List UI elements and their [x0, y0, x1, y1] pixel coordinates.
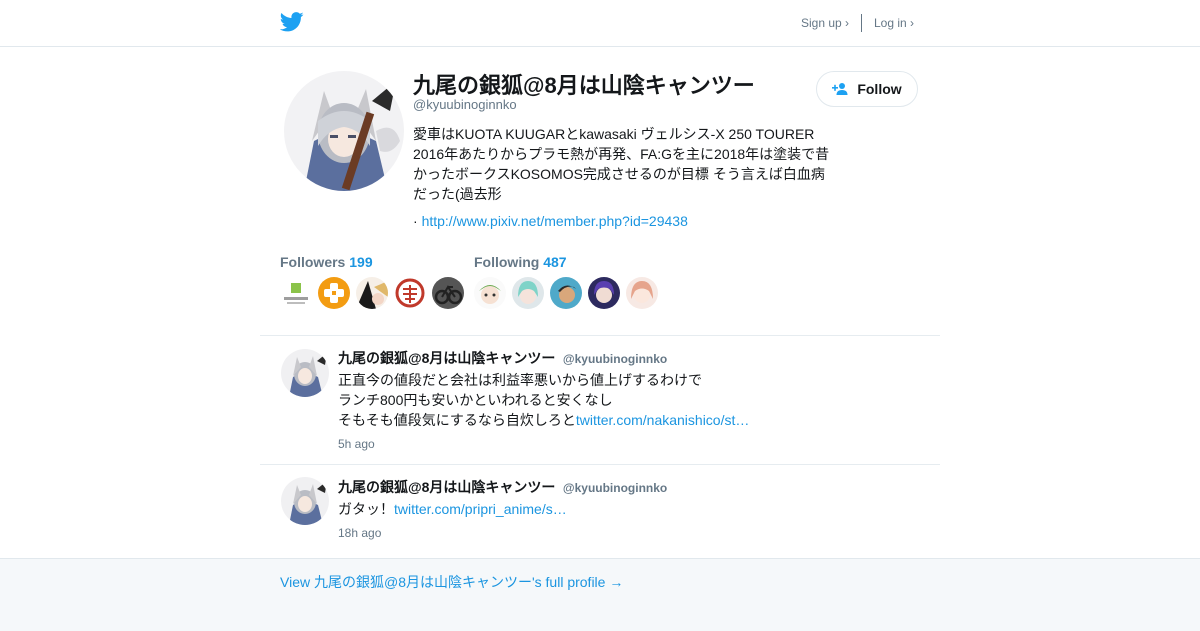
tweet-text: ガタッ！twitter.com/pripri_anime/s…: [338, 499, 858, 519]
timeline-divider: [260, 335, 940, 336]
profile-url-link[interactable]: http://www.pixiv.net/member.php?id=29438: [422, 213, 688, 229]
following-avatar[interactable]: [626, 277, 658, 309]
tweet-line: ランチ800円も安いかといわれると安くなし: [338, 392, 613, 408]
following-label: Following: [474, 254, 540, 270]
view-full-profile-link[interactable]: View 九尾の銀狐@8月は山陰キャンツー's full profile →: [280, 572, 623, 592]
profile-avatar[interactable]: [284, 71, 404, 191]
top-bar: Sign up › Log in ›: [0, 0, 1200, 47]
footer: View 九尾の銀狐@8月は山陰キャンツー's full profile →: [0, 558, 1200, 631]
followers-stat[interactable]: Followers 199: [280, 254, 373, 270]
url-bullet: ·: [413, 213, 418, 229]
following-count: 487: [543, 254, 567, 270]
add-user-icon: [832, 83, 848, 95]
follower-avatar[interactable]: [318, 277, 350, 309]
tweet-timestamp[interactable]: 5h ago: [338, 437, 375, 451]
follow-button-label: Follow: [857, 81, 902, 97]
tweet-timestamp[interactable]: 18h ago: [338, 526, 381, 540]
tweet-author-name[interactable]: 九尾の銀狐@8月は山陰キャンツー: [338, 479, 555, 495]
tweet-header: 九尾の銀狐@8月は山陰キャンツー @kyuubinoginnko: [338, 477, 667, 497]
tweet-line: 正直今の値段だと会社は利益率悪いから値上げするわけで: [338, 372, 702, 388]
avatar-illustration: [284, 71, 404, 191]
follower-avatar[interactable]: [280, 277, 312, 309]
timeline-divider: [260, 464, 940, 465]
following-avatar[interactable]: [588, 277, 620, 309]
following-avatar[interactable]: [474, 277, 506, 309]
tweet-link[interactable]: twitter.com/nakanishico/st…: [576, 412, 750, 428]
tweet-avatar[interactable]: [281, 349, 329, 397]
followers-count: 199: [349, 254, 373, 270]
follower-avatar[interactable]: [394, 277, 426, 309]
following-stat[interactable]: Following 487: [474, 254, 567, 270]
display-name: 九尾の銀狐@8月は山陰キャンツー: [413, 73, 755, 98]
nav-divider: [861, 14, 862, 32]
follower-avatar[interactable]: [432, 277, 464, 309]
following-avatar-list: [474, 277, 658, 309]
follow-button[interactable]: Follow: [816, 71, 918, 107]
tweet-author-handle[interactable]: @kyuubinoginnko: [563, 352, 667, 366]
tweet-line-text: ガタッ！: [338, 501, 394, 517]
profile-bio: 愛車はKUOTA KUUGARとkawasaki ヴェルシス-X 250 TOU…: [413, 126, 830, 202]
following-avatar[interactable]: [512, 277, 544, 309]
following-avatar[interactable]: [550, 277, 582, 309]
tweet-line: そもそも値段気にするなら自炊しろとtwitter.com/nakanishico…: [338, 410, 858, 430]
screen-name: @kyuubinoginnko: [413, 97, 517, 112]
tweet-line: ガタッ！twitter.com/pripri_anime/s…: [338, 499, 858, 519]
tweet-header: 九尾の銀狐@8月は山陰キャンツー @kyuubinoginnko: [338, 348, 667, 368]
profile-url-line: · http://www.pixiv.net/member.php?id=294…: [413, 213, 688, 229]
tweet-avatar[interactable]: [281, 477, 329, 525]
tweet-text: 正直今の値段だと会社は利益率悪いから値上げするわけで ランチ800円も安いかとい…: [338, 370, 858, 430]
tweet-line-text: そもそも値段気にするなら自炊しろと: [338, 412, 576, 428]
followers-avatar-list: [280, 277, 464, 309]
tweet-link[interactable]: twitter.com/pripri_anime/s…: [394, 501, 567, 517]
followers-label: Followers: [280, 254, 346, 270]
tweet-author-name[interactable]: 九尾の銀狐@8月は山陰キャンツー: [338, 350, 555, 366]
sign-up-link[interactable]: Sign up ›: [801, 16, 849, 30]
tweet-author-handle[interactable]: @kyuubinoginnko: [563, 481, 667, 495]
twitter-bird-icon[interactable]: [280, 11, 304, 33]
follower-avatar[interactable]: [356, 277, 388, 309]
log-in-link[interactable]: Log in ›: [874, 16, 914, 30]
